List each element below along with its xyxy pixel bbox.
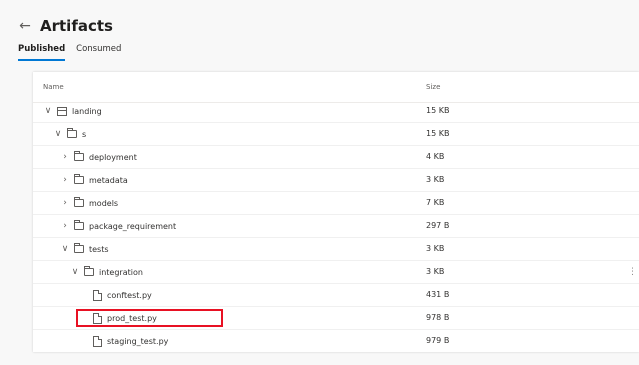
table-header: Name Size — [33, 72, 639, 103]
name-cell: › metadata — [60, 169, 128, 191]
name-cell: › models — [60, 192, 118, 214]
row-name: package_requirement — [89, 221, 177, 231]
table-row[interactable]: staging_test.py 979 B — [33, 330, 639, 352]
table-row[interactable]: conftest.py 431 B — [33, 284, 639, 307]
row-size: 15 KB — [426, 129, 450, 138]
row-name: staging_test.py — [107, 336, 169, 346]
row-size: 297 B — [426, 221, 450, 230]
column-header-name[interactable]: Name — [43, 83, 64, 91]
file-icon — [93, 289, 102, 301]
artifacts-table: Name Size ∨ landing 15 KB ∨ s 15 KB › de… — [33, 72, 639, 352]
folder-icon — [74, 220, 84, 230]
folder-icon — [84, 266, 94, 276]
row-size: 7 KB — [426, 198, 445, 207]
file-icon — [93, 335, 102, 347]
highlight-box — [76, 309, 223, 327]
table-row[interactable]: ∨ landing 15 KB — [33, 100, 639, 123]
table-row[interactable]: › metadata 3 KB — [33, 169, 639, 192]
table-row[interactable]: ∨ s 15 KB — [33, 123, 639, 146]
row-name: s — [82, 129, 87, 139]
row-size: 3 KB — [426, 244, 445, 253]
column-header-size[interactable]: Size — [426, 83, 440, 91]
row-size: 431 B — [426, 290, 450, 299]
tab-published[interactable]: Published — [18, 44, 66, 61]
row-size: 3 KB — [426, 175, 445, 184]
chevron-right-icon[interactable]: › — [60, 221, 70, 231]
folder-icon — [74, 151, 84, 161]
page-header: ← Artifacts — [16, 14, 113, 38]
table-row[interactable]: ∨ tests 3 KB — [33, 238, 639, 261]
row-name: conftest.py — [107, 290, 152, 300]
row-size: 15 KB — [426, 106, 450, 115]
row-name: landing — [72, 106, 102, 116]
name-cell: ∨ s — [53, 123, 86, 145]
chevron-right-icon[interactable]: › — [60, 198, 70, 208]
page-title: Artifacts — [40, 17, 113, 35]
tab-bar: Published Consumed — [18, 44, 121, 61]
folder-icon — [74, 243, 84, 253]
row-name: tests — [89, 244, 109, 254]
row-name: metadata — [89, 175, 128, 185]
row-size: 3 KB — [426, 267, 445, 276]
name-cell: › package_requirement — [60, 215, 176, 237]
folder-icon — [74, 197, 84, 207]
table-row[interactable]: › models 7 KB — [33, 192, 639, 215]
row-size: 978 B — [426, 313, 450, 322]
table-row[interactable]: › deployment 4 KB — [33, 146, 639, 169]
name-cell: ∨ landing — [43, 100, 102, 122]
folder-icon — [74, 174, 84, 184]
package-icon — [57, 106, 67, 116]
chevron-down-icon[interactable]: ∨ — [70, 267, 80, 277]
row-name: integration — [99, 267, 143, 277]
row-size: 4 KB — [426, 152, 445, 161]
row-name: deployment — [89, 152, 137, 162]
row-size: 979 B — [426, 336, 450, 345]
more-options-icon[interactable]: ⋮ — [628, 261, 637, 283]
chevron-down-icon[interactable]: ∨ — [60, 244, 70, 254]
chevron-right-icon[interactable]: › — [60, 152, 70, 162]
name-cell: ∨ integration — [70, 261, 143, 283]
tab-consumed[interactable]: Consumed — [76, 44, 121, 61]
folder-icon — [67, 128, 77, 138]
name-cell: ∨ tests — [60, 238, 109, 260]
row-name: models — [89, 198, 119, 208]
table-row[interactable]: › package_requirement 297 B — [33, 215, 639, 238]
chevron-right-icon[interactable]: › — [60, 175, 70, 185]
name-cell: › deployment — [60, 146, 137, 168]
name-cell: staging_test.py — [93, 330, 168, 352]
table-row[interactable]: ∨ integration 3 KB ⋮ — [33, 261, 639, 284]
chevron-down-icon[interactable]: ∨ — [43, 106, 53, 116]
chevron-down-icon[interactable]: ∨ — [53, 129, 63, 139]
back-arrow-icon[interactable]: ← — [16, 18, 34, 34]
name-cell: conftest.py — [93, 284, 152, 306]
